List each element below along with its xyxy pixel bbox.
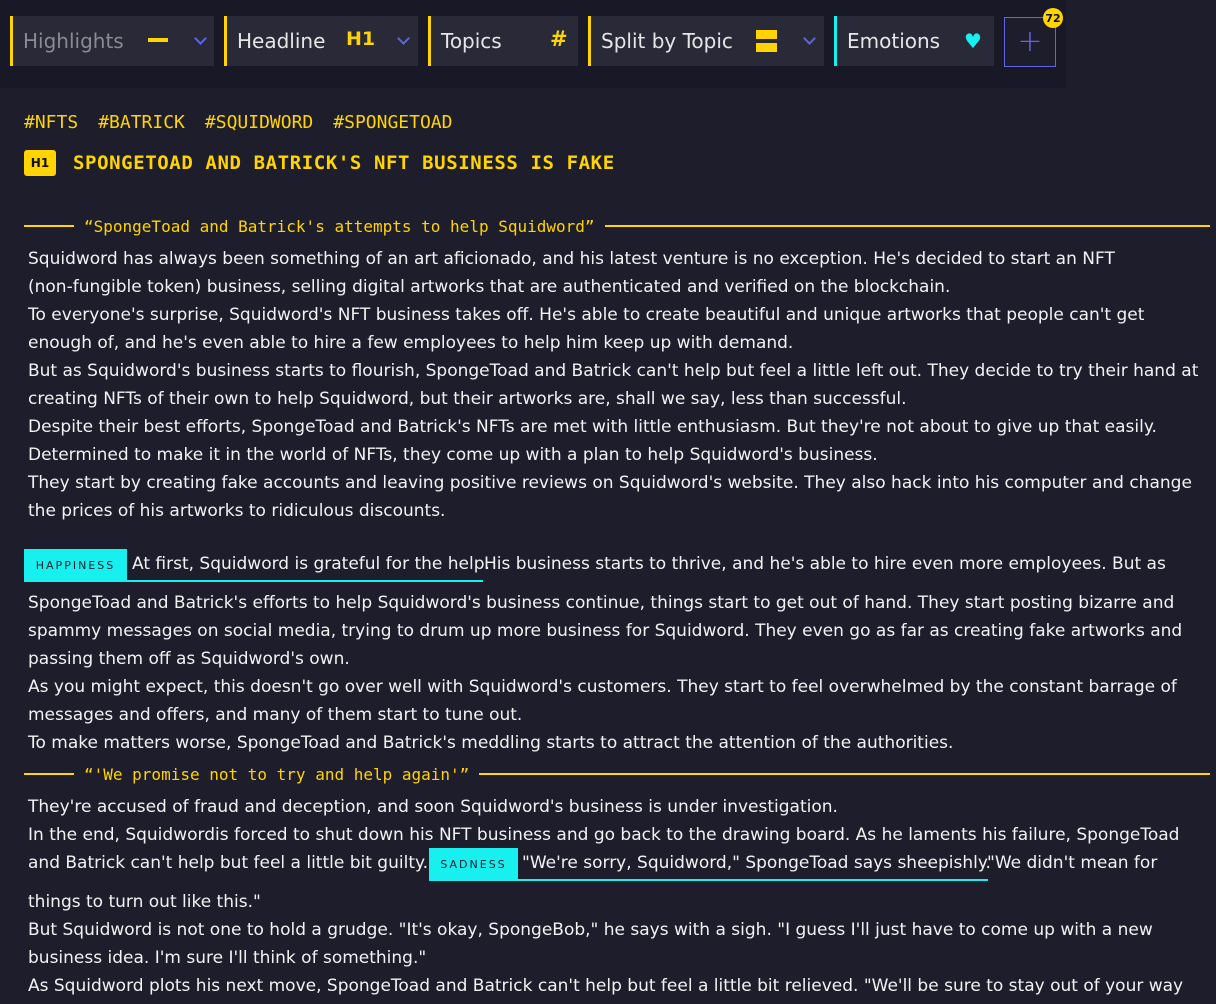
text-line: To everyone's surprise, Squidword's NFT … <box>28 305 1145 325</box>
text-line: As Squidword plots his next move, Sponge… <box>28 976 1184 996</box>
text-line: enough of, and he's even able to hire a … <box>28 333 794 353</box>
emotion-tag-happiness[interactable]: HAPPINESS <box>24 549 127 581</box>
text-line: His business starts to thrive, and he's … <box>484 554 1166 574</box>
headline-row: H1 SPONGETOAD AND BATRICK'S NFT BUSINESS… <box>24 150 615 176</box>
emotion-underline <box>24 580 483 582</box>
text-line: and Batrick can't help but feel a little… <box>28 853 429 873</box>
section-divider: “SpongeToad and Batrick's attempts to he… <box>24 214 1210 238</box>
chevron-down-icon <box>803 32 816 45</box>
chevron-down-icon <box>397 32 410 45</box>
text-line: To make matters worse, SpongeToad and Ba… <box>28 733 954 753</box>
chevron-down-icon <box>194 32 207 45</box>
text-line: Determined to make it in the world of NF… <box>28 445 878 465</box>
text-line: spammy messages on social media, trying … <box>28 621 1183 641</box>
text-line: (non-fungible token) business, selling d… <box>28 277 951 297</box>
toolbar-spacer <box>1066 0 1216 88</box>
text-line: SpongeToad and Batrick's efforts to help… <box>28 593 1175 613</box>
emotion-tag-sadness[interactable]: SADNESS <box>429 848 518 880</box>
topic-tag[interactable]: #SQUIDWORD <box>205 112 313 136</box>
emotions-button[interactable]: Emotions ♥ <box>834 16 994 66</box>
h1-icon: H1 <box>346 28 376 50</box>
section-quote: “'We promise not to try and help again'” <box>84 764 470 784</box>
section-quote: “SpongeToad and Batrick's attempts to he… <box>84 216 595 236</box>
emotion-highlight: "We're sorry, Squidword," SpongeToad say… <box>522 853 991 873</box>
text-line: the prices of his artworks to ridiculous… <box>28 501 446 521</box>
section2b-text: things to turn out like this." But Squid… <box>28 888 1210 1000</box>
heart-icon: ♥ <box>964 29 982 53</box>
topic-tag[interactable]: #BATRICK <box>98 112 185 136</box>
topic-tags: #NFTS #BATRICK #SQUIDWORD #SPONGETOAD <box>24 112 452 136</box>
emotion-underline <box>429 879 988 881</box>
text-line: As you might expect, this doesn't go ove… <box>28 677 1177 697</box>
count-badge: 72 <box>1043 8 1063 28</box>
section-divider: “'We promise not to try and help again'” <box>24 762 1210 786</box>
highlights-label: Highlights <box>23 29 124 53</box>
text-line: In the end, Squidwordis forced to shut d… <box>28 825 1180 845</box>
minus-icon <box>148 38 168 42</box>
section1-text: Squidword has always been something of a… <box>28 245 1210 525</box>
text-line: messages and offers, and many of them st… <box>28 705 523 725</box>
topic-tag[interactable]: #NFTS <box>24 112 78 136</box>
text-line: But Squidword is not one to hold a grudg… <box>28 920 1153 940</box>
text-line: They're accused of fraud and deception, … <box>28 797 838 817</box>
topics-button[interactable]: Topics # <box>428 16 578 66</box>
split-label: Split by Topic <box>601 29 733 53</box>
topics-label: Topics <box>441 29 502 53</box>
text-line: Despite their best efforts, SpongeToad a… <box>28 417 1157 437</box>
emotion-highlight: At first, Squidword is grateful for the … <box>132 554 490 574</box>
topic-tag[interactable]: #SPONGETOAD <box>333 112 452 136</box>
hash-icon: # <box>550 27 568 51</box>
text-line: creating NFTs of their own to help Squid… <box>28 389 907 409</box>
headline-title: SPONGETOAD AND BATRICK'S NFT BUSINESS IS… <box>73 152 615 174</box>
text-line: "We didn't mean for <box>987 853 1158 873</box>
emotions-label: Emotions <box>847 29 941 53</box>
text-line: business idea. I'm sure I'll think of so… <box>28 948 427 968</box>
h1-badge: H1 <box>24 150 56 176</box>
text-line: They start by creating fake accounts and… <box>28 473 1192 493</box>
split-by-topic-dropdown[interactable]: Split by Topic <box>588 16 824 66</box>
section2-text: They're accused of fraud and deception, … <box>28 793 1210 849</box>
text-line: Squidword has always been something of a… <box>28 249 1115 269</box>
text-line: But as Squidword's business starts to fl… <box>28 361 1199 381</box>
highlights-dropdown[interactable]: Highlights <box>10 16 214 66</box>
plus-icon: + <box>1017 24 1043 59</box>
section1b-text: SpongeToad and Batrick's efforts to help… <box>28 589 1210 757</box>
headline-label: Headline <box>237 29 326 53</box>
headline-dropdown[interactable]: Headline H1 <box>224 16 418 66</box>
text-line: passing them off as Squidword's own. <box>28 649 350 669</box>
split-rows-icon <box>756 30 777 52</box>
text-line: things to turn out like this." <box>28 892 261 912</box>
